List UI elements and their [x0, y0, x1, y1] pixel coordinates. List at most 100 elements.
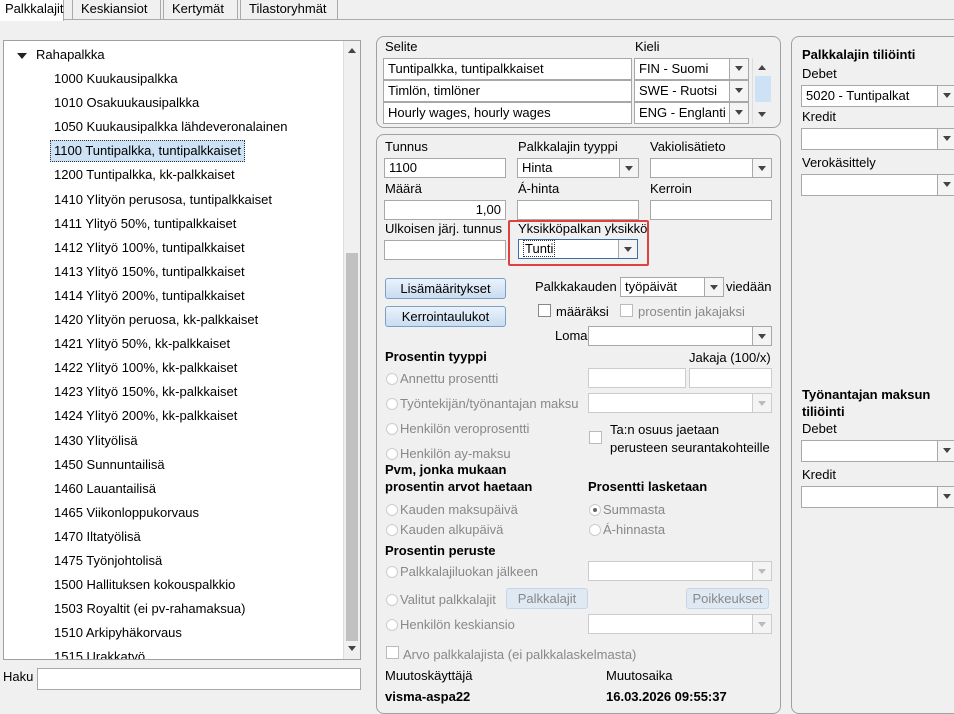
tree-item[interactable]: 1500 Hallituksen kokouspalkkio — [54, 574, 235, 596]
tree-item[interactable]: 1420 Ylityön peruosa, kk-palkkaiset — [54, 309, 258, 331]
ahinnasta-radio[interactable] — [589, 524, 601, 536]
tree-item[interactable]: 1515 Urakkatyö — [54, 646, 145, 659]
tree-item[interactable]: 1200 Tuntipalkka, kk-palkkaiset — [54, 164, 235, 186]
tree-item[interactable]: 1430 Ylityölisä — [54, 430, 138, 452]
scroll-up-icon[interactable] — [348, 48, 356, 53]
tree-item[interactable]: 1000 Kuukausipalkka — [54, 68, 178, 90]
tree-item[interactable]: 1423 Ylityö 150%, kk-palkkaiset — [54, 381, 237, 403]
vakio-select[interactable] — [650, 158, 772, 178]
selite-input[interactable]: Tuntipalkka, tuntipalkkaiset — [383, 58, 632, 80]
tunnus-input[interactable]: 1100 — [384, 158, 506, 178]
scroll-up-icon[interactable] — [758, 65, 766, 70]
chevron-down-icon[interactable] — [729, 103, 748, 123]
maaraksi-checkbox[interactable] — [538, 304, 551, 317]
tree-item[interactable]: 1450 Sunnuntailisä — [54, 454, 165, 476]
chevron-down-icon[interactable] — [729, 59, 748, 79]
kauden-alkupaiva-radio[interactable] — [386, 524, 398, 536]
annettu-prosentti-radio[interactable] — [386, 373, 398, 385]
tyyppi-select[interactable]: Hinta — [517, 158, 639, 178]
chevron-down-icon[interactable] — [704, 278, 723, 296]
tree-item[interactable]: 1050 Kuukausipalkka lähdeveronalainen — [54, 116, 287, 138]
valitut-palkkalajit-radio[interactable] — [386, 594, 398, 606]
poikkeukset-button[interactable]: Poikkeukset — [686, 588, 769, 609]
expand-icon[interactable] — [17, 53, 27, 59]
translations-scrollbar[interactable] — [752, 58, 772, 124]
tree-item[interactable]: 1422 Ylityö 100%, kk-palkkaiset — [54, 357, 237, 379]
tyontekijan-maksu-radio[interactable] — [386, 398, 398, 410]
henkilon-veroprosentti-radio[interactable] — [386, 423, 398, 435]
selite-input[interactable]: Timlön, timlöner — [383, 80, 632, 102]
chevron-down-icon[interactable] — [752, 159, 771, 177]
selite-input[interactable]: Hourly wages, hourly wages — [383, 102, 632, 124]
tree-item[interactable]: 1503 Royaltit (ei pv-rahamaksua) — [54, 598, 245, 620]
chevron-down-icon[interactable] — [937, 129, 954, 149]
palkkalaji-tree[interactable]: Rahapalkka 1000 Kuukausipalkka 1010 Osaku… — [3, 40, 361, 660]
tab-tilastoryhmat[interactable]: Tilastoryhmät — [240, 0, 338, 20]
tab-palkkalajit[interactable]: Palkkalajit — [0, 0, 64, 21]
arvo-palkkalajista-checkbox[interactable] — [386, 646, 399, 659]
prosentin-jakajaksi-checkbox[interactable] — [620, 304, 633, 317]
tree-item[interactable]: 1424 Ylityö 200%, kk-palkkaiset — [54, 405, 237, 427]
chevron-down-icon[interactable] — [729, 81, 748, 101]
tab-kertymat[interactable]: Kertymät — [163, 0, 238, 20]
tree-scrollbar[interactable] — [343, 41, 360, 659]
kieli-select[interactable]: ENG - Englanti — [634, 102, 749, 124]
scrollbar-thumb[interactable] — [755, 76, 771, 102]
kredit2-select[interactable] — [801, 486, 954, 508]
palkkakauden-select[interactable]: työpäivät — [620, 277, 724, 297]
lisamaaritykset-button[interactable]: Lisämääritykset — [385, 278, 506, 299]
scroll-down-icon[interactable] — [758, 112, 766, 117]
henkilon-ay-radio[interactable] — [386, 448, 398, 460]
tan-osuus-checkbox[interactable] — [589, 431, 602, 444]
maksu-select[interactable] — [588, 393, 772, 413]
tree-item[interactable]: 1510 Arkipyhäkorvaus — [54, 622, 182, 644]
tree-item[interactable]: 1475 Työnjohtolisä — [54, 550, 162, 572]
chevron-down-icon[interactable] — [937, 441, 954, 461]
kieli-select[interactable]: FIN - Suomi — [634, 58, 749, 80]
chevron-down-icon[interactable] — [937, 175, 954, 195]
tree-item[interactable]: 1410 Ylityön perusosa, tuntipalkkaiset — [54, 189, 272, 211]
chevron-down-icon[interactable] — [752, 615, 771, 633]
tree-item[interactable]: 1421 Ylityö 50%, kk-palkkaiset — [54, 333, 230, 355]
summasta-radio[interactable] — [589, 504, 601, 516]
kerrointaulukot-button[interactable]: Kerrointaulukot — [385, 306, 506, 327]
kieli-select[interactable]: SWE - Ruotsi — [634, 80, 749, 102]
jakaja-input[interactable] — [689, 368, 772, 388]
kauden-maksupaiva-radio[interactable] — [386, 504, 398, 516]
scroll-down-icon[interactable] — [348, 646, 356, 651]
tree-root[interactable]: Rahapalkka — [36, 47, 105, 62]
chevron-down-icon[interactable] — [619, 159, 638, 177]
tree-item[interactable]: 1010 Osakuukausipalkka — [54, 92, 199, 114]
palkkalajiluokka-select[interactable] — [588, 561, 772, 581]
chevron-down-icon[interactable] — [752, 562, 771, 580]
tab-keskiansiot[interactable]: Keskiansiot — [72, 0, 161, 20]
tree-item[interactable]: 1465 Viikonloppukorvaus — [54, 502, 199, 524]
tree-item[interactable]: 1412 Ylityö 100%, tuntipalkkaiset — [54, 237, 245, 259]
search-input[interactable] — [37, 668, 361, 690]
palkkalajit-button[interactable]: Palkkalajit — [506, 588, 588, 609]
chevron-down-icon[interactable] — [937, 487, 954, 507]
ulkoinen-input[interactable] — [384, 240, 506, 260]
debet-select[interactable]: 5020 - Tuntipalkat — [801, 85, 954, 107]
chevron-down-icon[interactable] — [752, 327, 771, 345]
loma-select[interactable] — [588, 326, 772, 346]
maara-input[interactable]: 1,00 — [384, 200, 506, 220]
tree-item[interactable]: 1100 Tuntipalkka, tuntipalkkaiset — [50, 140, 245, 163]
tree-item[interactable]: 1413 Ylityö 150%, tuntipalkkaiset — [54, 261, 245, 283]
tree-item[interactable]: 1414 Ylityö 200%, tuntipalkkaiset — [54, 285, 245, 307]
tree-item[interactable]: 1460 Lauantailisä — [54, 478, 156, 500]
kerroin-input[interactable] — [650, 200, 772, 220]
kredit-select[interactable] — [801, 128, 954, 150]
keskiansio-select[interactable] — [588, 614, 772, 634]
verokasittely-select[interactable] — [801, 174, 954, 196]
scrollbar-thumb[interactable] — [346, 253, 358, 641]
debet2-select[interactable] — [801, 440, 954, 462]
prosentti-input[interactable] — [588, 368, 686, 388]
palkkalajiluokan-radio[interactable] — [386, 566, 398, 578]
chevron-down-icon[interactable] — [937, 86, 954, 106]
tree-item[interactable]: 1470 Iltatyölisä — [54, 526, 141, 548]
tree-item[interactable]: 1411 Ylityö 50%, tuntipalkkaiset — [54, 213, 236, 235]
ahinta-input[interactable] — [517, 200, 639, 220]
henkilon-keskiansio-radio[interactable] — [386, 619, 398, 631]
chevron-down-icon[interactable] — [752, 394, 771, 412]
